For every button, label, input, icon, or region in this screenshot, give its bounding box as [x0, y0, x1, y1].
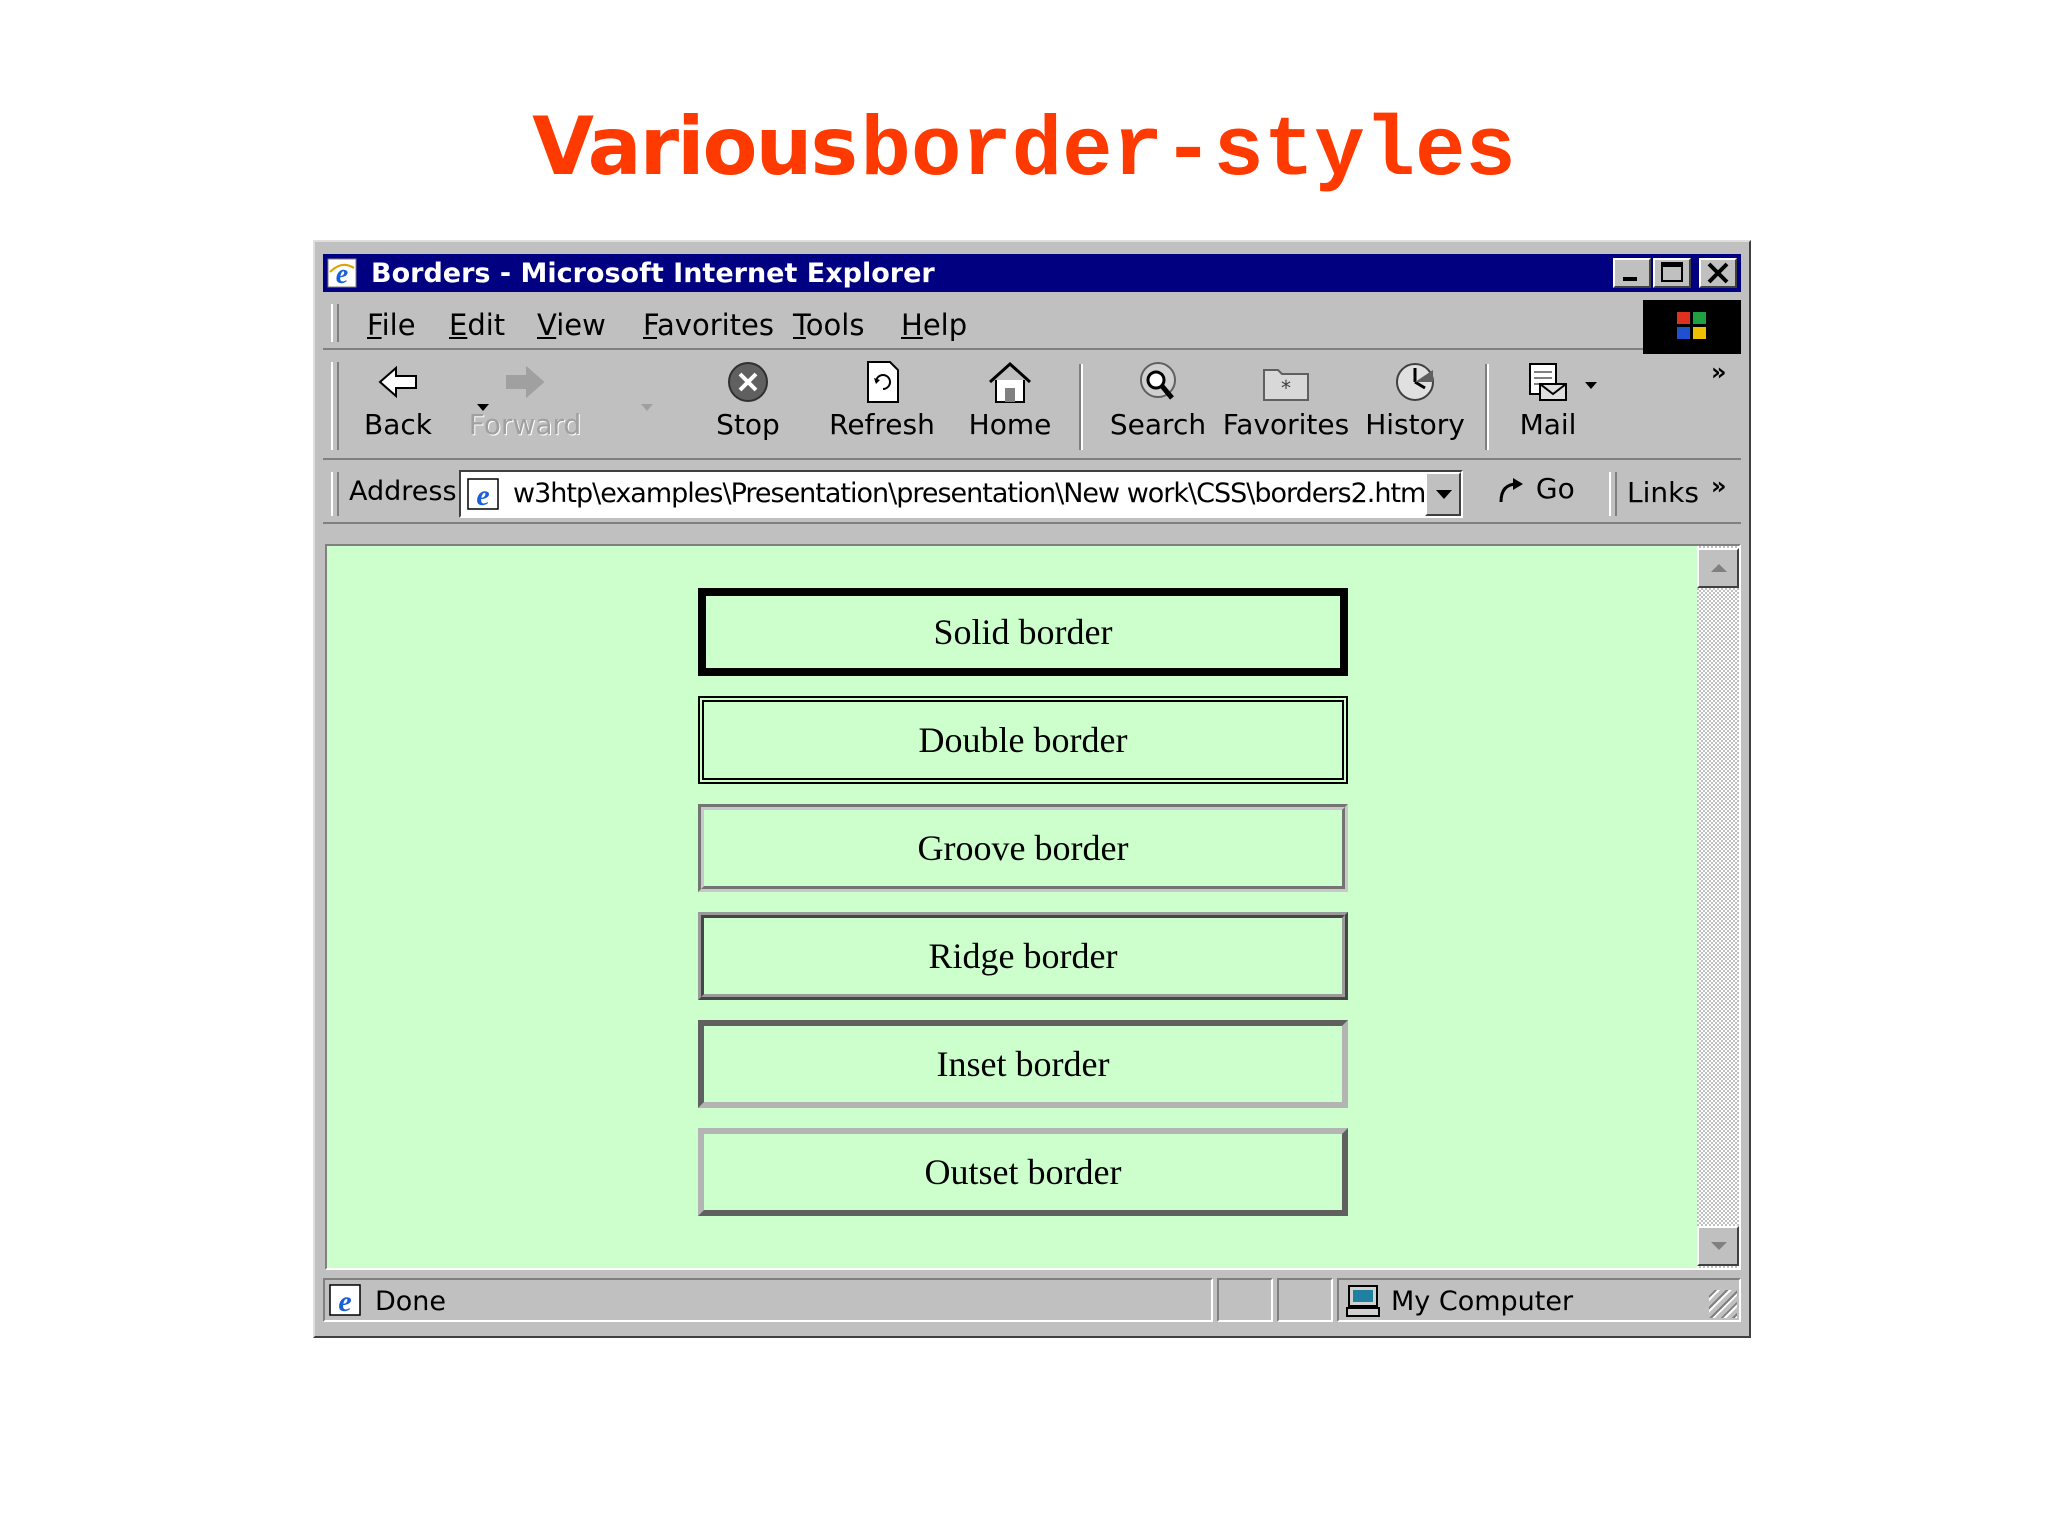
home-icon [988, 361, 1032, 403]
refresh-icon [867, 361, 899, 403]
home-label: Home [968, 408, 1052, 441]
mail-icon [1529, 363, 1567, 401]
mail-dropdown-icon[interactable] [1585, 382, 1597, 389]
window-title: Borders - Microsoft Internet Explorer [371, 258, 935, 289]
toolbar-more-icon[interactable]: » [1711, 358, 1727, 386]
title-bar[interactable]: e Borders - Microsoft Internet Explorer [323, 254, 1741, 292]
menu-tools[interactable]: Tools [793, 308, 864, 342]
address-input[interactable]: e w3htp\examples\Presentation\presentati… [459, 470, 1463, 518]
zone-text: My Computer [1391, 1286, 1574, 1317]
forward-arrow-icon [506, 365, 545, 399]
favorites-folder-icon: * [1263, 369, 1309, 401]
stop-label: Stop [716, 408, 780, 441]
maximize-button[interactable] [1653, 258, 1691, 288]
status-bar: e Done My Computer [323, 1276, 1741, 1326]
links-grip[interactable] [1609, 472, 1617, 516]
back-arrow-icon [378, 365, 417, 399]
scroll-up-button[interactable] [1697, 548, 1739, 588]
svg-text:e: e [476, 479, 489, 510]
slide-title: Various border-styles [0, 100, 2048, 200]
menu-bar: File Edit View Favorites Tools Help [323, 298, 1741, 354]
maximize-icon [1661, 262, 1683, 282]
status-ie-icon: e [329, 1284, 361, 1316]
outset-border-box: Outset border [698, 1128, 1348, 1216]
toolbar-separator-2 [1485, 364, 1489, 450]
svg-text:e: e [336, 259, 348, 288]
status-panel-main: e Done [323, 1278, 1213, 1322]
browser-window: e Borders - Microsoft Internet Explorer … [313, 240, 1751, 1338]
ridge-border-box: Ridge border [698, 912, 1348, 1000]
address-bar: Address e w3htp\examples\Presentation\pr… [323, 464, 1741, 524]
history-button[interactable]: History [1353, 360, 1477, 452]
address-grip[interactable] [331, 472, 339, 516]
ie-icon: e [327, 258, 357, 288]
history-label: History [1365, 408, 1465, 441]
solid-border-box: Solid border [698, 588, 1348, 676]
minimize-button[interactable] [1613, 258, 1651, 288]
status-panel-security [1277, 1278, 1333, 1322]
favorites-label: Favorites [1222, 408, 1350, 441]
close-icon [1707, 262, 1729, 284]
address-label: Address [349, 476, 457, 507]
go-arrow-icon [1499, 478, 1523, 503]
address-url: w3htp\examples\Presentation\presentation… [513, 478, 1433, 509]
svg-text:e: e [338, 1285, 351, 1316]
forward-label: Forward [468, 408, 582, 441]
stop-button[interactable]: Stop [693, 360, 803, 452]
links-more-icon[interactable]: » [1711, 472, 1727, 500]
refresh-button[interactable]: Refresh [817, 360, 947, 452]
svg-text:*: * [1281, 376, 1291, 400]
groove-border-box: Groove border [698, 804, 1348, 892]
toolbar-grip[interactable] [331, 362, 339, 450]
back-label: Back [364, 408, 432, 441]
go-button[interactable]: Go [1495, 472, 1575, 516]
scroll-down-button[interactable] [1697, 1226, 1739, 1266]
history-icon [1396, 363, 1434, 401]
status-panel-zone: My Computer [1337, 1278, 1741, 1322]
search-icon [1140, 362, 1176, 400]
refresh-label: Refresh [829, 408, 935, 441]
my-computer-icon [1346, 1285, 1380, 1317]
slide-title-code: border-styles [860, 105, 1516, 200]
double-border-box: Double border [698, 696, 1348, 784]
menu-view[interactable]: View [537, 308, 606, 342]
menu-file[interactable]: File [367, 308, 416, 342]
back-button[interactable]: Back [343, 360, 453, 452]
windows-logo [1643, 300, 1741, 354]
page-ie-icon: e [467, 478, 499, 510]
menu-help[interactable]: Help [901, 308, 967, 342]
resize-grip[interactable] [1709, 1290, 1737, 1318]
toolbar-separator [1079, 364, 1083, 450]
menu-edit[interactable]: Edit [449, 308, 505, 342]
inset-border-box: Inset border [698, 1020, 1348, 1108]
forward-button[interactable]: Forward [463, 360, 587, 452]
forward-dropdown-icon[interactable] [641, 404, 653, 411]
windows-flag-icon [1677, 312, 1706, 339]
go-label: Go [1535, 472, 1575, 505]
links-button[interactable]: Links [1627, 476, 1699, 509]
home-button[interactable]: Home [955, 360, 1065, 452]
menu-favorites[interactable]: Favorites [643, 308, 774, 342]
favorites-button[interactable]: * Favorites [1221, 360, 1351, 452]
search-button[interactable]: Search [1093, 360, 1223, 452]
standard-toolbar: Back Forward Stop Refresh Home Search * … [323, 354, 1741, 460]
menu-grip[interactable] [331, 304, 339, 342]
mail-button[interactable]: Mail [1503, 360, 1593, 452]
address-dropdown-button[interactable] [1425, 472, 1461, 516]
mail-label: Mail [1519, 408, 1577, 441]
minimize-icon [1623, 277, 1637, 281]
status-text: Done [375, 1286, 447, 1317]
page-viewport: Solid border Double border Groove border… [325, 544, 1741, 1270]
search-label: Search [1109, 408, 1207, 441]
stop-icon [728, 362, 768, 402]
slide-title-text: Various [532, 100, 858, 193]
close-button[interactable] [1699, 258, 1737, 288]
status-panel-progress [1217, 1278, 1273, 1322]
vertical-scrollbar[interactable] [1697, 546, 1739, 1268]
